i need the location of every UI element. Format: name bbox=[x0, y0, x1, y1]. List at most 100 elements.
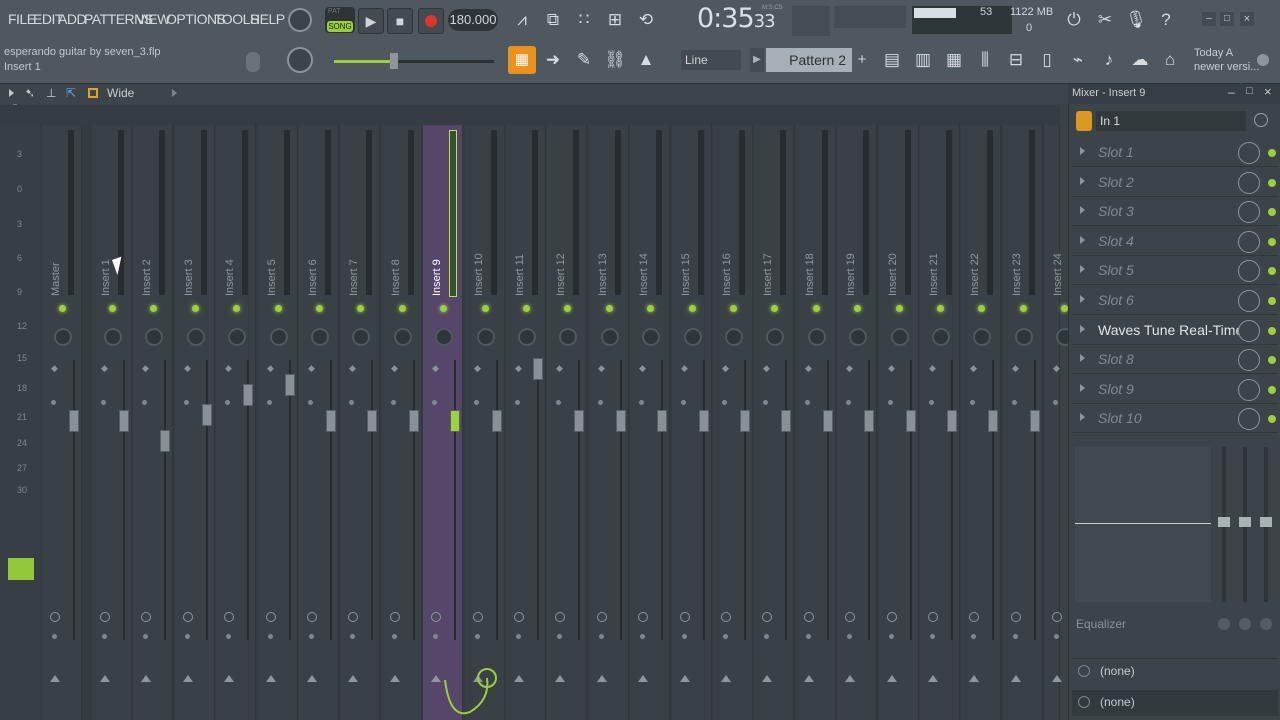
play-button[interactable]: ▶ bbox=[358, 8, 384, 34]
pan-knob-12[interactable] bbox=[518, 328, 536, 346]
volume-fader-20[interactable] bbox=[864, 410, 874, 432]
slot-arrow-icon[interactable] bbox=[1080, 295, 1085, 303]
pan-knob-22[interactable] bbox=[932, 328, 950, 346]
stereo-separation-icon-15[interactable]: ◆ bbox=[639, 363, 646, 374]
slot-enable-led[interactable] bbox=[1268, 267, 1276, 275]
slot-arrow-icon[interactable] bbox=[1080, 206, 1085, 214]
route-arrow-7[interactable] bbox=[307, 675, 317, 682]
pan-knob-14[interactable] bbox=[601, 328, 619, 346]
volume-fader-23[interactable] bbox=[988, 410, 998, 432]
record-arm-dot-4[interactable] bbox=[185, 634, 190, 639]
record-arm-dot-17[interactable] bbox=[723, 634, 728, 639]
fx-toggle-2[interactable] bbox=[100, 612, 110, 622]
volume-fader-8[interactable] bbox=[367, 410, 377, 432]
fx-toggle-18[interactable] bbox=[762, 612, 772, 622]
help-icon[interactable]: ? bbox=[1152, 6, 1180, 34]
swap-lr-dot-6[interactable] bbox=[267, 400, 272, 405]
eq-display[interactable] bbox=[1075, 447, 1211, 602]
fx-toggle-11[interactable] bbox=[473, 612, 483, 622]
fx-slot-7[interactable]: Waves Tune Real-Time... bbox=[1072, 317, 1278, 345]
route-arrow-20[interactable] bbox=[845, 675, 855, 682]
volume-fader-1[interactable] bbox=[69, 410, 79, 432]
mute-led-7[interactable] bbox=[316, 305, 323, 312]
mute-led-9[interactable] bbox=[399, 305, 406, 312]
volume-fader-15[interactable] bbox=[657, 410, 667, 432]
slot-mix-knob[interactable] bbox=[1238, 290, 1260, 312]
cloud-icon[interactable]: ☁ bbox=[1126, 46, 1154, 74]
news-panel[interactable]: Today A newer versi... bbox=[1194, 46, 1259, 74]
volume-fader-22[interactable] bbox=[947, 410, 957, 432]
pan-knob-19[interactable] bbox=[808, 328, 826, 346]
countdown-icon[interactable]: ∷ bbox=[570, 6, 598, 34]
mixer-tool-icon[interactable]: ➷ bbox=[25, 86, 35, 100]
record-arm-dot-6[interactable] bbox=[268, 634, 273, 639]
record-arm-dot-11[interactable] bbox=[475, 634, 480, 639]
swap-lr-dot-24[interactable] bbox=[1012, 400, 1017, 405]
route-arrow-23[interactable] bbox=[969, 675, 979, 682]
volume-fader-24[interactable] bbox=[1030, 410, 1040, 432]
slot-arrow-icon[interactable] bbox=[1080, 147, 1085, 155]
slot-mix-knob[interactable] bbox=[1238, 349, 1260, 371]
swap-lr-dot-18[interactable] bbox=[763, 400, 768, 405]
stereo-separation-icon-7[interactable]: ◆ bbox=[308, 363, 315, 374]
slot-arrow-icon[interactable] bbox=[1080, 325, 1085, 333]
route-arrow-9[interactable] bbox=[390, 675, 400, 682]
stereo-separation-icon-12[interactable]: ◆ bbox=[515, 363, 522, 374]
stereo-separation-icon-8[interactable]: ◆ bbox=[349, 363, 356, 374]
stereo-separation-icon-22[interactable]: ◆ bbox=[929, 363, 936, 374]
slot-mix-knob[interactable] bbox=[1238, 379, 1260, 401]
pattern-prev-button[interactable]: ▶ bbox=[750, 48, 764, 72]
fx-slot-5[interactable]: Slot 5 bbox=[1072, 257, 1278, 285]
fx-toggle-19[interactable] bbox=[804, 612, 814, 622]
fx-slot-4[interactable]: Slot 4 bbox=[1072, 228, 1278, 256]
slot-name[interactable]: Slot 5 bbox=[1098, 262, 1134, 278]
volume-fader-4[interactable] bbox=[202, 404, 212, 426]
pan-knob-17[interactable] bbox=[725, 328, 743, 346]
swap-lr-dot-14[interactable] bbox=[598, 400, 603, 405]
volume-fader-13[interactable] bbox=[574, 410, 584, 432]
slot-mix-knob[interactable] bbox=[1238, 172, 1260, 194]
maximize-icon[interactable]: □ bbox=[1220, 12, 1234, 26]
mute-led-12[interactable] bbox=[523, 305, 530, 312]
stereo-separation-icon-24[interactable]: ◆ bbox=[1012, 363, 1019, 374]
volume-fader-3[interactable] bbox=[160, 430, 170, 452]
song-pat-switch[interactable]: PAT SONG bbox=[325, 7, 355, 33]
record-arm-dot-24[interactable] bbox=[1013, 634, 1018, 639]
fx-toggle-10[interactable] bbox=[431, 612, 441, 622]
route-arrow-21[interactable] bbox=[887, 675, 897, 682]
record-arm-dot-16[interactable] bbox=[682, 634, 687, 639]
input-routing-icon[interactable] bbox=[1076, 111, 1092, 131]
slot-arrow-icon[interactable] bbox=[1080, 177, 1085, 185]
stereo-separation-icon-19[interactable]: ◆ bbox=[805, 363, 812, 374]
volume-fader-6[interactable] bbox=[285, 374, 295, 396]
browser-icon[interactable]: ⊟ bbox=[1002, 46, 1030, 74]
microphone-icon[interactable]: 🎙 bbox=[1122, 6, 1150, 34]
menu-view[interactable]: VIEW bbox=[136, 11, 170, 29]
mute-led-17[interactable] bbox=[730, 305, 737, 312]
close-icon[interactable]: × bbox=[1240, 12, 1254, 26]
mute-led-16[interactable] bbox=[689, 305, 696, 312]
route-arrow-8[interactable] bbox=[348, 675, 358, 682]
snap-selector[interactable]: Line bbox=[681, 50, 741, 70]
mute-led-15[interactable] bbox=[647, 305, 654, 312]
volume-fader-18[interactable] bbox=[781, 410, 791, 432]
stereo-separation-icon-14[interactable]: ◆ bbox=[598, 363, 605, 374]
playlist-icon[interactable]: ▤ bbox=[878, 46, 906, 74]
fx-toggle-21[interactable] bbox=[887, 612, 897, 622]
fx-toggle-13[interactable] bbox=[555, 612, 565, 622]
route-arrow-18[interactable] bbox=[762, 675, 772, 682]
plugin-database-icon[interactable]: ▯ bbox=[1033, 46, 1061, 74]
volume-fader-19[interactable] bbox=[823, 410, 833, 432]
plug-icon[interactable]: ⌁ bbox=[1064, 46, 1092, 74]
pan-knob-5[interactable] bbox=[228, 328, 246, 346]
record-arm-dot-1[interactable] bbox=[52, 634, 57, 639]
fx-toggle-1[interactable] bbox=[50, 612, 60, 622]
pencil-icon[interactable]: ✎ bbox=[570, 46, 598, 74]
mute-led-19[interactable] bbox=[813, 305, 820, 312]
arrow-right-icon[interactable]: ➜ bbox=[539, 46, 567, 74]
route-arrow-13[interactable] bbox=[555, 675, 565, 682]
fx-toggle-15[interactable] bbox=[638, 612, 648, 622]
slot-mix-knob[interactable] bbox=[1238, 231, 1260, 253]
route-arrow-24[interactable] bbox=[1011, 675, 1021, 682]
swap-lr-dot-25[interactable] bbox=[1053, 400, 1058, 405]
